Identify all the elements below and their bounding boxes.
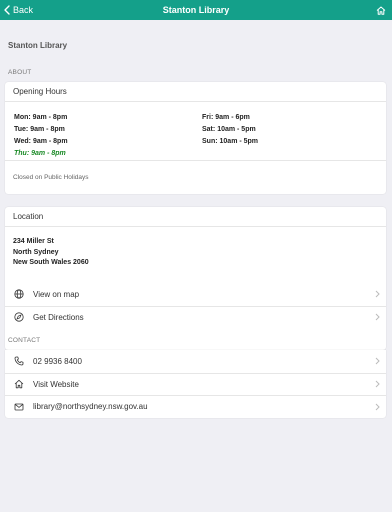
hours-time: 10am - 5pm xyxy=(219,138,259,145)
website-label: Visit Website xyxy=(33,379,79,389)
hours-day: Sat: xyxy=(202,126,216,133)
phone-row[interactable]: 02 9936 8400 xyxy=(5,350,386,373)
back-button[interactable]: Back xyxy=(4,5,33,15)
hours-time: 9am - 8pm xyxy=(31,150,66,157)
view-on-map-label: View on map xyxy=(33,289,80,299)
website-row[interactable]: Visit Website xyxy=(5,372,386,396)
hours-row: Fri: 9am - 6pm xyxy=(202,114,250,121)
address-line: New South Wales 2060 xyxy=(13,259,89,266)
location-card: Location 234 Miller St North Sydney New … xyxy=(5,207,386,350)
hours-row: Tue: 9am - 8pm xyxy=(14,126,65,133)
compass-icon xyxy=(13,311,25,323)
navigation-bar: Back Stanton Library xyxy=(0,0,392,20)
hours-day: Sun: xyxy=(202,138,218,145)
hours-time: 10am - 5pm xyxy=(217,126,256,133)
hours-time: 9am - 8pm xyxy=(32,114,68,121)
hours-row: Sun: 10am - 5pm xyxy=(202,138,258,145)
home-button[interactable] xyxy=(376,6,386,15)
chevron-right-icon xyxy=(375,357,380,365)
chevron-left-icon xyxy=(4,5,10,15)
view-on-map-row[interactable]: View on map xyxy=(5,283,386,306)
hours-day: Fri: xyxy=(202,114,214,121)
home-icon xyxy=(13,378,25,390)
card-spacer xyxy=(5,328,386,350)
hours-day: Mon: xyxy=(14,114,31,121)
globe-icon xyxy=(13,288,25,300)
hours-row: Wed: 9am - 8pm xyxy=(14,138,68,145)
hours-day: Wed: xyxy=(14,138,31,145)
chevron-right-icon xyxy=(375,313,380,321)
address-line: North Sydney xyxy=(13,248,59,256)
chevron-right-icon xyxy=(375,380,380,388)
hours-day: Thu: xyxy=(14,150,30,157)
email-row[interactable]: library@northsydney.nsw.gov.au xyxy=(5,395,386,418)
nav-title: Stanton Library xyxy=(162,5,230,15)
hours-time: 9am - 6pm xyxy=(215,114,250,121)
phone-icon xyxy=(13,355,25,367)
mail-icon xyxy=(13,401,25,413)
back-label: Back xyxy=(13,5,34,15)
opening-hours-title: Opening Hours xyxy=(5,82,386,102)
opening-hours-card: Opening Hours Mon: 9am - 8pm Tue: 9am - … xyxy=(5,82,386,194)
hours-day: Tue: xyxy=(14,126,29,133)
hours-time: 9am - 8pm xyxy=(30,126,65,133)
hours-time: 9am - 8pm xyxy=(32,138,68,145)
contact-section-label: CONTACT xyxy=(8,337,41,344)
home-icon xyxy=(376,6,386,15)
chevron-right-icon xyxy=(375,290,380,298)
phone-label: 02 9936 8400 xyxy=(33,356,82,366)
hours-row: Mon: 9am - 8pm xyxy=(14,114,67,121)
email-label: library@northsydney.nsw.gov.au xyxy=(33,402,148,412)
address-line: 234 Miller St xyxy=(13,238,54,245)
closed-note: Closed on Public Holidays xyxy=(5,160,386,194)
contact-card: 02 9936 8400 Visit Website library@north… xyxy=(5,350,386,418)
hours-row-today: Thu: 9am - 8pm xyxy=(14,150,66,157)
get-directions-label: Get Directions xyxy=(33,312,84,322)
get-directions-row[interactable]: Get Directions xyxy=(5,305,386,329)
about-section-label: ABOUT xyxy=(8,69,32,76)
page-heading: Stanton Library xyxy=(8,41,68,50)
hours-row: Sat: 10am - 5pm xyxy=(202,126,256,133)
chevron-right-icon xyxy=(375,403,380,411)
hours-grid: Mon: 9am - 8pm Tue: 9am - 8pm Wed: 9am -… xyxy=(5,102,386,160)
location-title: Location xyxy=(5,207,386,227)
